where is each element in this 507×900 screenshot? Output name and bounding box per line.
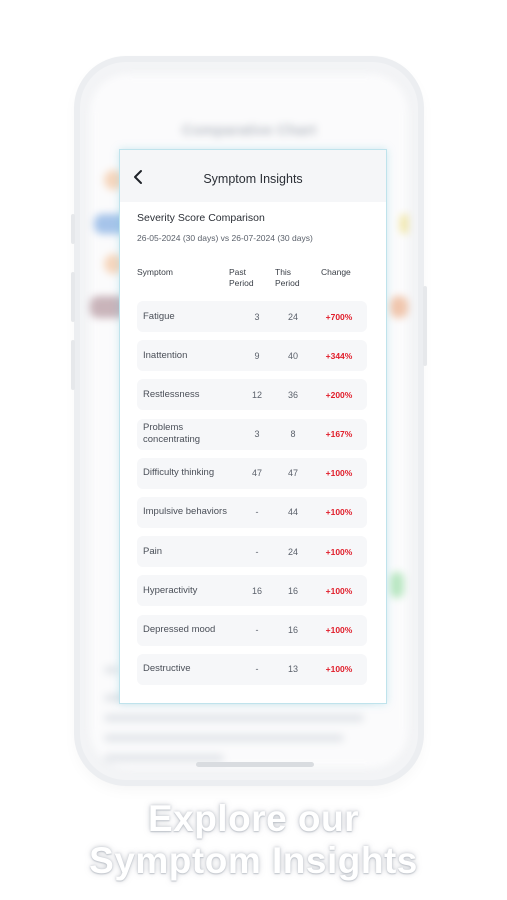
change-value: +100% — [325, 468, 353, 479]
symptom-name: Pain — [143, 545, 163, 557]
phone-power-button — [423, 286, 427, 366]
change-value: +167% — [325, 429, 353, 440]
this-period-value: 24 — [287, 546, 298, 557]
blurred-peach-bar — [390, 296, 408, 318]
change-value: +344% — [325, 350, 353, 361]
column-header-change: Change — [321, 267, 351, 277]
change-value: +100% — [325, 664, 353, 675]
blurred-title: Comparative Chart — [181, 122, 317, 139]
blurred-line — [104, 754, 224, 762]
phone-side-button — [71, 272, 75, 322]
table-row[interactable]: Inattention 9 40 +344% — [137, 340, 367, 372]
page-title: Symptom Insights — [203, 172, 303, 186]
caption-line-2: Symptom Insights — [89, 840, 418, 881]
table-row[interactable]: Difficulty thinking 47 47 +100% — [137, 457, 367, 489]
symptom-insights-card: Symptom Insights Severity Score Comparis… — [119, 149, 387, 704]
phone-side-button — [71, 214, 75, 244]
table-row[interactable]: Fatigue 3 24 +700% — [137, 301, 367, 332]
past-period-value: - — [255, 664, 259, 675]
past-period-value: 9 — [254, 350, 260, 361]
this-period-value: 40 — [287, 350, 298, 361]
this-period-value: 13 — [287, 664, 298, 675]
blurred-yellow-bar — [400, 214, 408, 234]
blurred-line — [104, 734, 344, 742]
change-value: +200% — [325, 389, 353, 400]
this-period-value: 16 — [287, 625, 298, 635]
blurred-green-bar — [390, 572, 404, 598]
table-row[interactable]: Hyperactivity 16 16 +100% — [137, 575, 367, 607]
past-period-value: 3 — [254, 429, 260, 440]
caption-line-1: Explore our — [147, 798, 360, 839]
table-row[interactable]: Problems concentrating 3 8 +167% — [137, 418, 367, 450]
table-row[interactable]: Impulsive behaviors - 44 +100% — [137, 496, 367, 528]
past-period-value: - — [255, 625, 259, 635]
symptom-table: Fatigue 3 24 +700% Inattention 9 40 +344… — [137, 301, 367, 693]
symptom-name: Fatigue — [143, 310, 175, 322]
chevron-left-icon — [134, 170, 142, 184]
section-title: Severity Score Comparison — [137, 212, 265, 224]
column-header-symptom: Symptom — [137, 267, 173, 277]
past-period-value: 3 — [254, 311, 260, 322]
symptom-name: Impulsive behaviors — [143, 506, 227, 518]
home-indicator — [196, 762, 314, 767]
past-period-value: 47 — [251, 468, 262, 479]
past-period-value: 16 — [251, 585, 262, 596]
column-header-this-period: This Period — [275, 267, 300, 288]
past-period-value: - — [255, 546, 259, 557]
this-period-value: 47 — [287, 468, 298, 479]
this-period-value: 36 — [287, 389, 298, 400]
phone-side-button — [71, 340, 75, 390]
column-header-past-period: Past Period — [229, 267, 254, 288]
change-value: +100% — [325, 585, 353, 596]
past-period-value: 12 — [251, 389, 262, 400]
table-row[interactable]: Destructive - 13 +100% — [137, 653, 367, 685]
past-period-value: - — [255, 507, 259, 518]
this-period-value: 16 — [287, 585, 298, 596]
symptom-name: Problems concentrating — [143, 422, 201, 446]
symptom-name: Depressed mood — [143, 624, 216, 635]
this-period-value: 24 — [287, 311, 298, 322]
symptom-name: Inattention — [143, 349, 188, 361]
blurred-line — [104, 666, 120, 674]
back-button[interactable] — [128, 166, 150, 188]
date-range: 26-05-2024 (30 days) vs 26-07-2024 (30 d… — [137, 233, 313, 243]
table-row[interactable]: Restlessness 12 36 +200% — [137, 379, 367, 411]
blurred-line — [104, 714, 364, 722]
change-value: +100% — [325, 625, 353, 635]
change-value: +700% — [325, 311, 353, 322]
this-period-value: 44 — [287, 507, 298, 518]
table-row[interactable]: Depressed mood - 16 +100% — [137, 614, 367, 646]
this-period-value: 8 — [290, 429, 296, 440]
card-header: Symptom Insights — [120, 150, 386, 202]
symptom-name: Hyperactivity — [143, 584, 198, 596]
table-row[interactable]: Pain - 24 +100% — [137, 536, 367, 568]
symptom-name: Destructive — [143, 663, 191, 675]
change-value: +100% — [325, 546, 353, 557]
symptom-name: Difficulty thinking — [143, 467, 215, 479]
symptom-name: Restlessness — [143, 388, 200, 400]
change-value: +100% — [325, 507, 353, 518]
